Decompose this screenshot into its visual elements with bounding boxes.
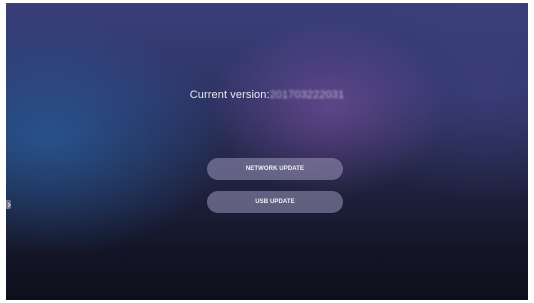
network-update-label: NETWORK UPDATE — [245, 166, 305, 172]
usb-update-label: USB UPDATE — [255, 199, 295, 205]
current-version-value: 201703222031 — [269, 89, 345, 101]
current-version-label: Current version: — [189, 89, 270, 101]
network-update-button[interactable]: NETWORK UPDATE — [207, 158, 343, 180]
usb-update-button[interactable]: USB UPDATE — [207, 191, 343, 213]
update-screen: Current version:201703222031 NETWORK UPD… — [6, 3, 528, 300]
chevron-right-icon — [7, 202, 11, 207]
current-version: Current version:201703222031 — [6, 89, 528, 101]
side-panel-tab[interactable] — [6, 200, 11, 209]
